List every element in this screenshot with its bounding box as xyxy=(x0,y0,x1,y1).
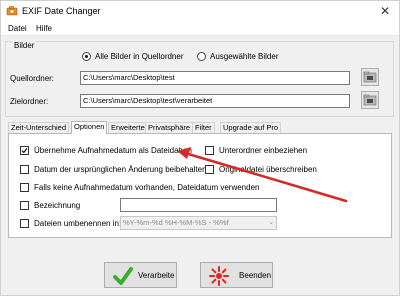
tab-privacy[interactable]: Privatsphäre xyxy=(145,122,194,133)
images-group-label: Bilder xyxy=(12,41,37,50)
use-file-date-label[interactable]: Falls keine Aufnahmedatum vorhanden, Dat… xyxy=(34,183,259,192)
camera-icon xyxy=(6,6,18,16)
process-button[interactable]: Verarbeite xyxy=(104,262,177,288)
radio-all-images[interactable] xyxy=(82,52,91,61)
browse-source-button[interactable] xyxy=(361,68,379,86)
exit-button[interactable]: Beenden xyxy=(200,262,273,288)
menu-help[interactable]: Hilfe xyxy=(36,24,52,33)
tab-upgrade[interactable]: Upgrade auf Pro xyxy=(220,122,282,133)
overwrite-label[interactable]: Originaldatei überschreiben xyxy=(219,165,317,174)
target-folder-input[interactable]: C:\Users\marc\Desktop\test\verarbeitet xyxy=(80,94,350,108)
checkmark-icon xyxy=(113,267,133,285)
subfolders-checkbox[interactable] xyxy=(205,146,214,155)
overwrite-checkbox[interactable] xyxy=(205,165,214,174)
close-icon[interactable]: ✕ xyxy=(375,3,395,19)
subfolders-label[interactable]: Unterordner einbeziehen xyxy=(219,146,307,155)
designation-checkbox[interactable] xyxy=(20,201,29,210)
exit-button-label: Beenden xyxy=(239,271,272,280)
rename-format-value: %Y-%m-%d %H-%M-%S - %%f xyxy=(123,218,229,227)
chevron-down-icon: ⌄ xyxy=(268,219,274,226)
tab-options[interactable]: Optionen xyxy=(71,121,108,134)
keep-change-date-checkbox[interactable] xyxy=(20,165,29,174)
options-panel: Übernehme Aufnahmedatum als Dateidatum U… xyxy=(8,133,392,238)
window-title: EXIF Date Changer xyxy=(22,6,101,16)
keep-change-date-label[interactable]: Datum der ursprünglichen Änderung beibeh… xyxy=(34,165,207,174)
app-window: EXIF Date Changer ✕ Datei Hilfe Bilder A… xyxy=(0,0,400,296)
radio-selected-images[interactable] xyxy=(197,52,206,61)
designation-label[interactable]: Bezeichnung xyxy=(34,201,80,210)
use-file-date-checkbox[interactable] xyxy=(20,183,29,192)
tab-filter[interactable]: Filter xyxy=(192,122,215,133)
rename-label[interactable]: Dateien umbenennen in: xyxy=(34,219,121,228)
starburst-icon xyxy=(209,266,229,286)
process-button-label: Verarbeite xyxy=(138,271,175,280)
radio-selected-images-label[interactable]: Ausgewählte Bilder xyxy=(210,52,278,61)
menu-bar: Datei Hilfe xyxy=(1,21,399,36)
rename-format-dropdown[interactable]: %Y-%m-%d %H-%M-%S - %%f ⌄ xyxy=(120,216,277,230)
source-folder-input[interactable]: C:\Users\marc\Desktop\test xyxy=(80,71,350,85)
folder-icon xyxy=(363,71,377,83)
menu-file[interactable]: Datei xyxy=(8,24,27,33)
browse-target-button[interactable] xyxy=(361,91,379,109)
target-folder-label: Zielordner: xyxy=(10,97,49,106)
tab-advanced[interactable]: Erweiterte xyxy=(108,122,148,133)
take-date-label[interactable]: Übernehme Aufnahmedatum als Dateidatum xyxy=(34,146,192,155)
rename-checkbox[interactable] xyxy=(20,219,29,228)
title-bar: EXIF Date Changer ✕ xyxy=(1,1,399,21)
tab-time-difference[interactable]: Zeit-Unterschied xyxy=(8,122,70,133)
source-folder-label: Quellordner: xyxy=(10,74,55,83)
folder-icon xyxy=(363,94,377,106)
radio-all-images-label[interactable]: Alle Bilder in Quellordner xyxy=(95,52,184,61)
tab-strip: Zeit-Unterschied Optionen Erweiterte Pri… xyxy=(8,121,392,134)
checkmark-icon xyxy=(21,148,28,154)
take-date-checkbox[interactable] xyxy=(20,146,29,155)
images-groupbox: Bilder Alle Bilder in Quellordner Ausgew… xyxy=(5,41,394,117)
designation-input[interactable] xyxy=(120,198,277,212)
